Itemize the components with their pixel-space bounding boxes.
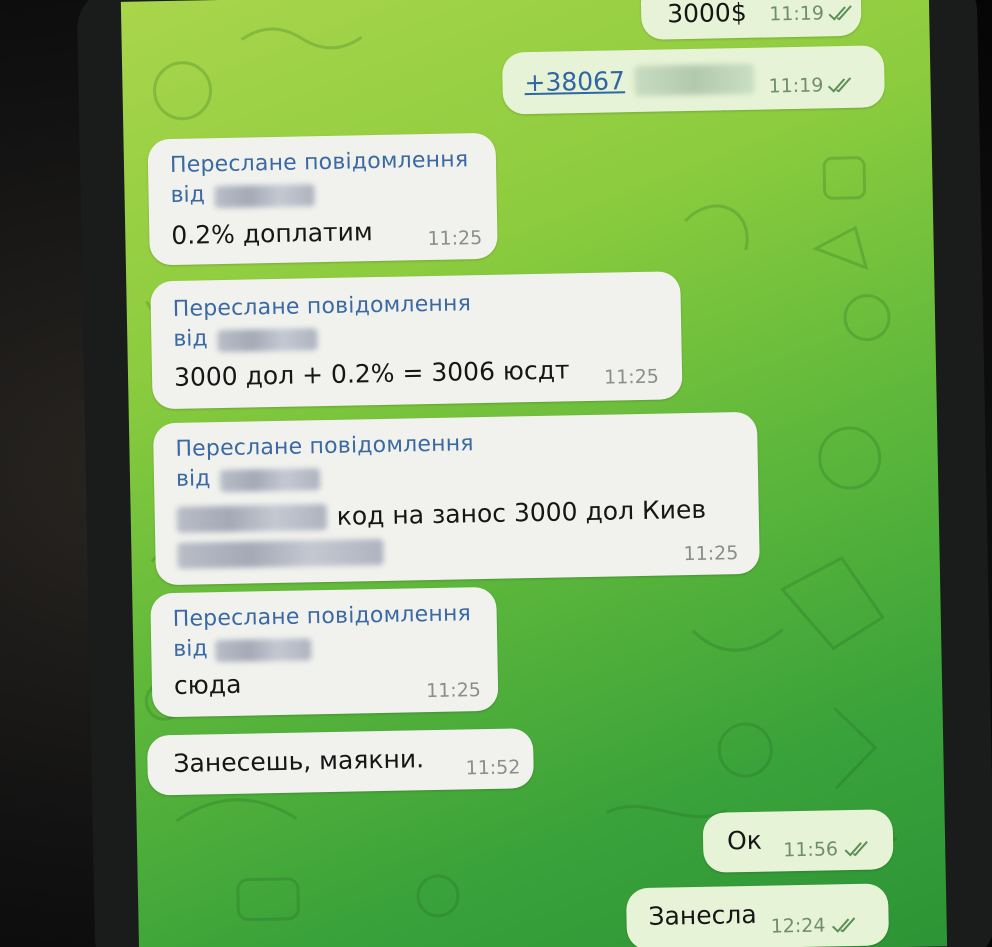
- forwarded-from-prefix: від: [175, 466, 211, 492]
- message-time: 11:25: [683, 542, 739, 566]
- forwarded-from-prefix: від: [173, 326, 208, 352]
- message-text: код на занос 3000 дол Киев: [336, 494, 707, 531]
- message-time: 11:25: [427, 226, 483, 251]
- redacted-sender-name: [215, 638, 312, 663]
- message-forwarded[interactable]: Переслане повідомлення від код на занос …: [152, 411, 760, 586]
- chat-screen: 3000$ 11:19 +38067 11:19 Переслане повід…: [120, 0, 948, 947]
- message-text: 3000 дол + 0.2% = 3006 юсдт: [173, 355, 570, 392]
- forwarded-label: Переслане повідомлення: [172, 601, 472, 632]
- redacted-sender-name: [217, 328, 318, 353]
- message-incoming[interactable]: Занесешь, маякни. 11:52: [146, 728, 535, 796]
- photo-frame: 3000$ 11:19 +38067 11:19 Переслане повід…: [0, 0, 992, 947]
- message-time: 12:24: [770, 914, 826, 938]
- redacted-sender-name: [214, 184, 315, 209]
- redacted-phone-digits: [634, 63, 755, 97]
- message-forwarded[interactable]: Переслане повідомлення від 3000 дол + 0.…: [150, 271, 683, 410]
- double-check-icon: [832, 917, 856, 933]
- phone-body: 3000$ 11:19 +38067 11:19 Переслане повід…: [76, 0, 992, 947]
- message-text: сюда: [173, 669, 242, 700]
- forwarded-label: Переслане повідомлення: [175, 431, 474, 462]
- redacted-message-prefix: [176, 504, 328, 533]
- forwarded-from-prefix: від: [170, 182, 206, 208]
- message-text: Ок: [726, 825, 763, 856]
- message-text: 0.2% доплатим: [171, 217, 373, 250]
- message-outgoing[interactable]: 3000$ 11:19: [640, 0, 862, 40]
- redacted-message-line: [177, 538, 384, 569]
- message-forwarded[interactable]: Переслане повідомлення від 0.2% доплатим…: [147, 132, 498, 266]
- message-time: 11:25: [603, 365, 660, 389]
- forwarded-label: Переслане повідомлення: [172, 291, 472, 322]
- double-check-icon: [827, 77, 852, 93]
- forwarded-from-prefix: від: [173, 636, 208, 662]
- double-check-icon: [828, 5, 852, 21]
- redacted-sender-name: [219, 468, 321, 493]
- phone-number-link[interactable]: +38067: [524, 66, 625, 97]
- message-outgoing[interactable]: Занесла 12:24: [625, 883, 890, 947]
- double-check-icon: [844, 841, 868, 857]
- forwarded-label: Переслане повідомлення: [169, 147, 469, 178]
- message-time: 11:19: [768, 2, 825, 26]
- message-text: Занесешь, маякни.: [173, 744, 425, 779]
- message-text: Занесла: [648, 899, 757, 931]
- message-time: 11:52: [465, 756, 521, 780]
- message-time: 11:56: [783, 838, 839, 862]
- message-time: 11:19: [768, 74, 824, 98]
- message-time: 11:25: [425, 679, 482, 703]
- message-text: 3000$: [666, 0, 747, 29]
- message-outgoing[interactable]: Ок 11:56: [702, 809, 894, 873]
- message-forwarded[interactable]: Переслане повідомлення від сюда 11:25: [150, 586, 499, 718]
- message-outgoing-phone[interactable]: +38067 11:19: [501, 45, 886, 115]
